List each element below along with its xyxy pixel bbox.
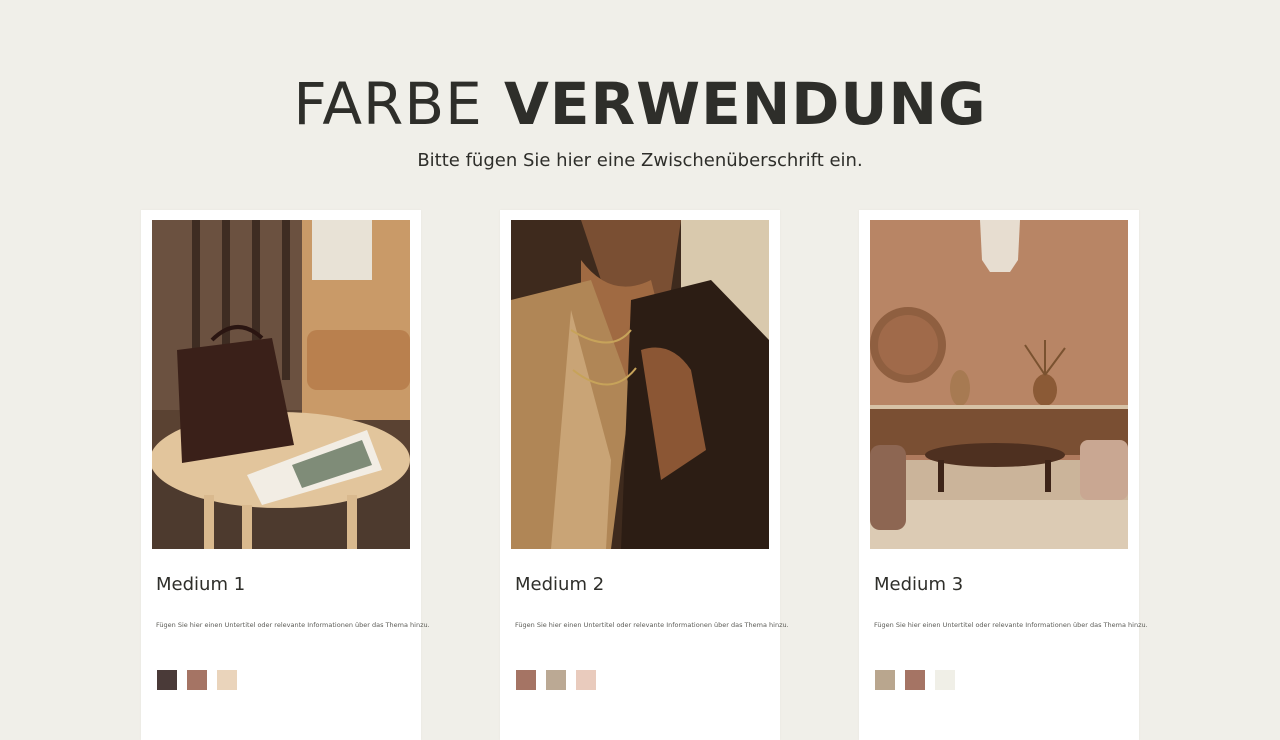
card-title: Medium 1 [156, 574, 246, 595]
page-title: FARBE VERWENDUNG [0, 70, 1280, 138]
card-description: Fügen Sie hier einen Untertitel oder rel… [515, 621, 789, 629]
color-swatch [157, 670, 177, 690]
color-swatch [516, 670, 536, 690]
color-swatch [935, 670, 955, 690]
medium-card-3: Medium 3 Fügen Sie hier einen Untertitel… [859, 210, 1148, 740]
title-light: FARBE [293, 70, 483, 138]
color-swatches [875, 670, 955, 690]
color-swatches [157, 670, 237, 690]
woman-in-blazer-photo [511, 220, 769, 549]
color-swatch [217, 670, 237, 690]
card-description: Fügen Sie hier einen Untertitel oder rel… [156, 621, 430, 629]
color-swatch [187, 670, 207, 690]
medium-card-2: Medium 2 Fügen Sie hier einen Untertitel… [500, 210, 789, 740]
title-bold: VERWENDUNG [503, 70, 987, 138]
medium-card-1: Medium 1 Fügen Sie hier einen Untertitel… [141, 210, 430, 740]
page-subtitle: Bitte fügen Sie hier eine Zwischenübersc… [417, 150, 863, 171]
card-title: Medium 3 [874, 574, 964, 595]
color-swatch [576, 670, 596, 690]
color-swatch [875, 670, 895, 690]
living-room-photo [870, 220, 1128, 549]
color-swatch [905, 670, 925, 690]
color-swatches [516, 670, 596, 690]
card-title: Medium 2 [515, 574, 605, 595]
leather-bag-photo [152, 220, 410, 549]
color-swatch [546, 670, 566, 690]
card-description: Fügen Sie hier einen Untertitel oder rel… [874, 621, 1148, 629]
